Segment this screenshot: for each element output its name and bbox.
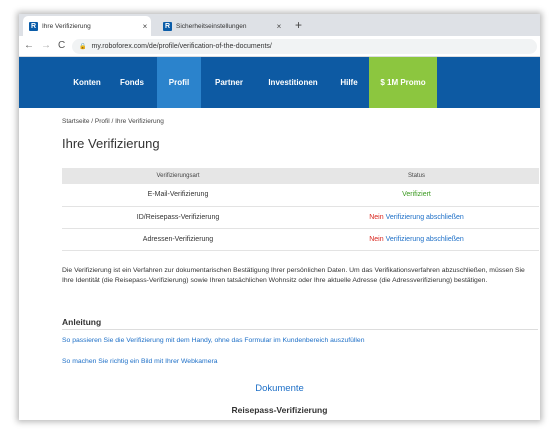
- address-bar[interactable]: 🔒 my.roboforex.com/de/profile/verificati…: [72, 39, 537, 54]
- page-title: Ihre Verifizierung: [62, 136, 160, 151]
- divider: [62, 329, 538, 330]
- nav-item-investitionen[interactable]: Investitionen: [257, 57, 329, 108]
- roboforex-favicon-icon: R: [163, 21, 172, 31]
- status-cell: Nein Verifizierung abschließen: [294, 206, 539, 229]
- roboforex-favicon-icon: R: [29, 21, 38, 31]
- site-navigation: Konten Fonds Profil Partner Investitione…: [19, 57, 540, 108]
- documents-heading: Dokumente: [255, 383, 304, 394]
- documents-subheading: Reisepass-Verifizierung: [231, 405, 328, 415]
- tab-close-icon[interactable]: ×: [139, 22, 151, 31]
- verification-table: Verifizierungsart Status E-Mail-Verifizi…: [62, 168, 539, 251]
- breadcrumb: Startseite / Profil / Ihre Verifizierung: [62, 118, 164, 125]
- table-row: E-Mail-Verifizierung Verifiziert: [62, 184, 539, 207]
- status-cell: Verifiziert: [294, 184, 539, 207]
- status-no: Nein: [369, 235, 384, 243]
- status-no: Nein: [369, 213, 384, 221]
- new-tab-button[interactable]: +: [295, 18, 302, 32]
- tab-verification[interactable]: R Ihre Verifizierung ×: [23, 16, 151, 36]
- guide-heading: Anleitung: [62, 317, 102, 327]
- url-text: my.roboforex.com/de/profile/verification…: [91, 43, 272, 50]
- tab-label: Ihre Verifizierung: [42, 22, 91, 30]
- column-header-status: Status: [294, 168, 539, 184]
- verification-type: ID/Reisepass-Verifizierung: [62, 206, 294, 229]
- tab-security-settings[interactable]: R Sicherheitseinstellungen ×: [157, 16, 285, 36]
- complete-verification-link[interactable]: Verifizierung abschließen: [386, 236, 464, 243]
- browser-toolbar: ← → C 🔒 my.roboforex.com/de/profile/veri…: [19, 36, 540, 57]
- nav-item-profil[interactable]: Profil: [157, 57, 201, 108]
- tab-label: Sicherheitseinstellungen: [176, 22, 247, 30]
- nav-item-hilfe[interactable]: Hilfe: [331, 57, 367, 108]
- browser-window: R Ihre Verifizierung × R Sicherheitseins…: [19, 14, 540, 420]
- lock-icon: 🔒: [79, 44, 87, 50]
- column-header-type: Verifizierungsart: [62, 168, 294, 184]
- tab-strip: R Ihre Verifizierung × R Sicherheitseins…: [19, 14, 540, 36]
- guide-link-webcam[interactable]: So machen Sie richtig ein Bild mit Ihrer…: [62, 358, 218, 365]
- nav-item-fonds[interactable]: Fonds: [111, 57, 153, 108]
- table-header-row: Verifizierungsart Status: [62, 168, 539, 184]
- tab-close-icon[interactable]: ×: [273, 22, 285, 31]
- verification-type: E-Mail-Verifizierung: [62, 184, 294, 207]
- table-row: Adressen-Verifizierung Nein Verifizierun…: [62, 228, 539, 251]
- back-arrow-icon[interactable]: ←: [24, 39, 34, 53]
- nav-item-partner[interactable]: Partner: [203, 57, 255, 108]
- verification-type: Adressen-Verifizierung: [62, 228, 294, 251]
- verification-description: Die Verifizierung ist ein Verfahren zur …: [62, 267, 525, 284]
- reload-icon[interactable]: C: [58, 39, 65, 53]
- status-verified: Verifiziert: [402, 191, 431, 199]
- table-row: ID/Reisepass-Verifizierung Nein Verifizi…: [62, 206, 539, 229]
- status-cell: Nein Verifizierung abschließen: [294, 228, 539, 251]
- nav-item-konten[interactable]: Konten: [63, 57, 111, 108]
- forward-arrow-icon[interactable]: →: [41, 39, 51, 53]
- nav-item-promo[interactable]: $ 1M Promo: [369, 57, 437, 108]
- complete-verification-link[interactable]: Verifizierung abschließen: [386, 214, 464, 221]
- guide-link-mobile[interactable]: So passieren Sie die Verifizierung mit d…: [62, 337, 365, 344]
